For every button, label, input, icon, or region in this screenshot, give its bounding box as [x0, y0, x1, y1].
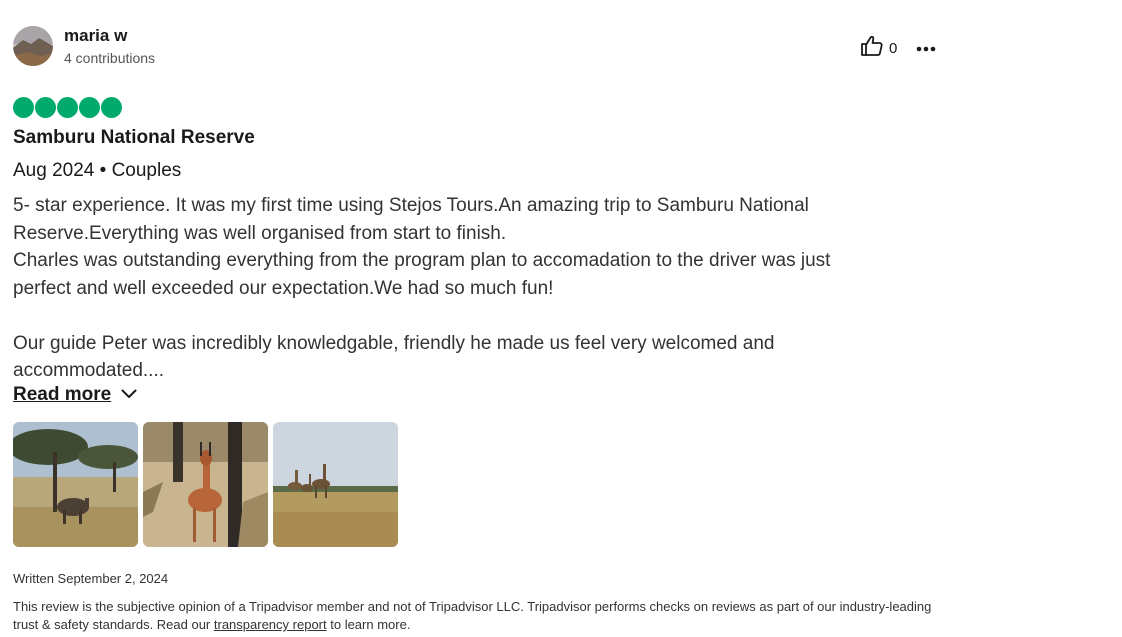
helpful-count: 0 [889, 39, 898, 57]
review-photo-giraffes[interactable] [273, 422, 398, 547]
rating-bubble [13, 97, 34, 118]
chevron-down-icon [121, 386, 137, 404]
review-title: Samburu National Reserve [13, 127, 255, 148]
disclaimer-text-end: to learn more. [326, 617, 411, 632]
reviewer-name[interactable]: maria w [64, 26, 127, 46]
review-body-line: Charles was outstanding everything from … [13, 250, 831, 271]
review-photos [13, 422, 398, 547]
review-disclaimer: This review is the subjective opinion of… [13, 598, 943, 634]
rating-bubble [35, 97, 56, 118]
rating-bubble [57, 97, 78, 118]
review-body: 5- star experience. It was my first time… [13, 192, 943, 385]
helpful-vote-button[interactable]: 0 [860, 35, 898, 62]
transparency-report-link[interactable]: transparency report [214, 617, 327, 632]
review-body-line: perfect and well exceeded our expectatio… [13, 277, 554, 299]
disclaimer-text: This review is the subjective opinion of… [13, 599, 932, 632]
read-more-button[interactable]: Read more [13, 384, 137, 406]
avatar[interactable] [13, 26, 53, 66]
review-body-line: accommodated.... [13, 360, 165, 381]
review-photo-waterbuck[interactable] [13, 422, 138, 547]
review-photo-gerenuk[interactable] [143, 422, 268, 547]
more-options-button[interactable] [913, 36, 939, 60]
review-body-line: Reserve.Everything was well organised fr… [13, 222, 507, 244]
reviewer-contributions: 4 contributions [64, 50, 156, 66]
ellipsis-icon [916, 39, 936, 57]
thumbs-up-icon [860, 35, 884, 62]
review-body-line: Our guide Peter was incredibly knowledga… [13, 332, 775, 354]
written-date: Written September 2, 2024 [13, 571, 169, 586]
review-body-line: 5- star experience. It was my first time… [13, 195, 809, 216]
rating-bubble [79, 97, 100, 118]
rating-bubble [101, 97, 122, 118]
rating-bubbles [13, 97, 122, 118]
read-more-label: Read more [13, 384, 112, 405]
review-header: maria w 4 contributions 0 [13, 26, 943, 68]
review-date-and-trip-type: Aug 2024 • Couples [13, 160, 182, 181]
